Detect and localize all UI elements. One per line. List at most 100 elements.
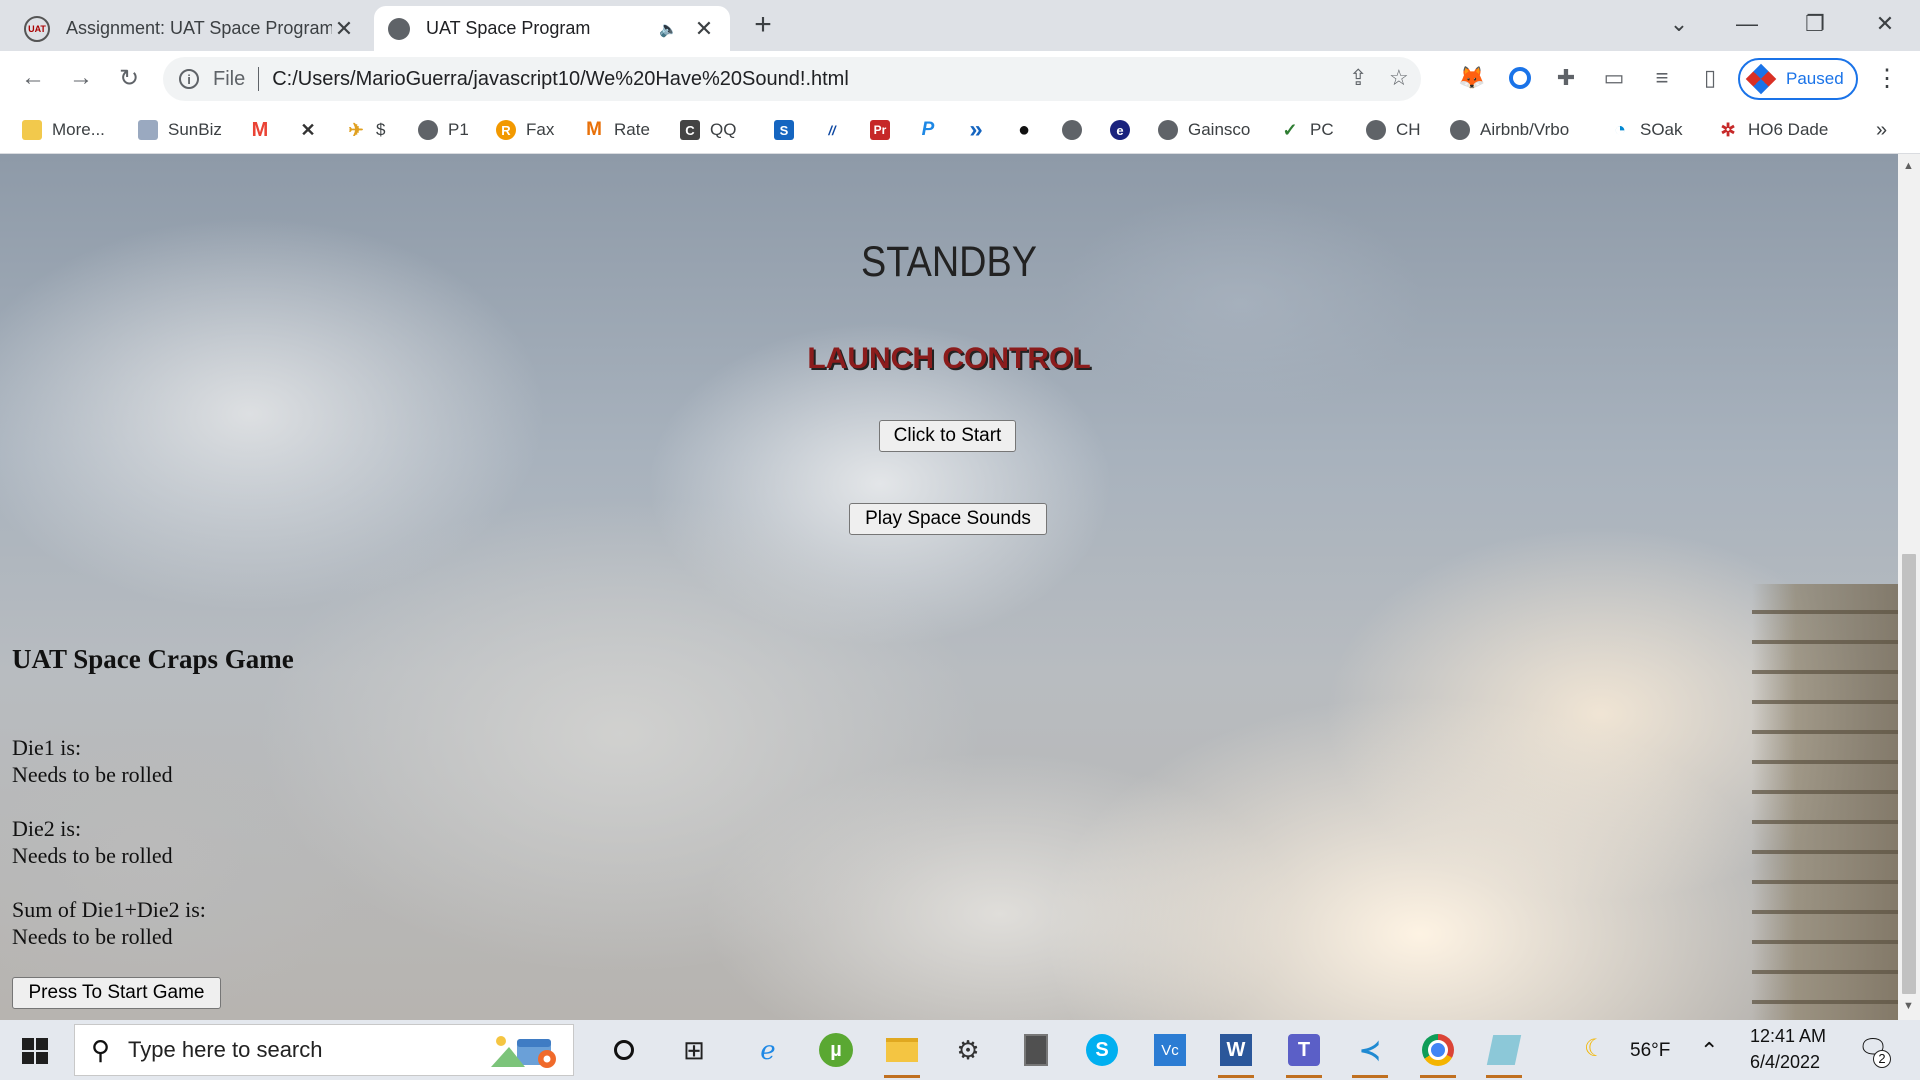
chrome-icon[interactable] xyxy=(1416,1028,1460,1078)
share-icon[interactable]: ⇪ xyxy=(1349,65,1367,91)
bookmark-label: $ xyxy=(376,120,386,139)
weather-moon-icon[interactable]: ☾ xyxy=(1584,1034,1606,1063)
bookmark-more[interactable]: More... xyxy=(22,117,105,143)
sum-value: Needs to be rolled xyxy=(12,924,173,949)
pen-app-icon[interactable] xyxy=(1482,1028,1526,1078)
tab-uat-space-program[interactable]: UAT Space Program 🔈 ✕ xyxy=(374,6,730,51)
metamask-icon[interactable]: 🦊 xyxy=(1456,61,1488,95)
taskbar-search-input[interactable]: ⚲ Type here to search xyxy=(74,1024,574,1076)
die1-label: Die1 is: xyxy=(12,735,82,760)
bookmark-p1[interactable]: P1 xyxy=(418,117,469,143)
bookmark-label: HO6 Dade xyxy=(1748,120,1829,139)
restore-button[interactable]: ❐ xyxy=(1790,4,1840,44)
side-panel-icon[interactable]: ▯ xyxy=(1694,61,1726,95)
bookmark-ch[interactable]: CH xyxy=(1366,117,1421,143)
address-bar[interactable]: i File C:/Users/MarioGuerra/javascript10… xyxy=(163,57,1421,101)
visio-icon[interactable]: Vc xyxy=(1148,1028,1192,1072)
close-tab-icon[interactable]: ✕ xyxy=(332,16,356,42)
bookmark-label: Gainsco xyxy=(1188,120,1251,139)
game-title: UAT Space Craps Game xyxy=(12,644,294,674)
bookmark-chevron[interactable]: » xyxy=(966,116,996,143)
settings-gear-icon[interactable]: ⚙ xyxy=(946,1028,990,1072)
bookmark-airbnb[interactable]: Airbnb/Vrbo xyxy=(1450,117,1569,143)
page-heading: STANDBY xyxy=(861,238,1037,286)
reading-list-icon[interactable]: ≡ xyxy=(1646,61,1678,95)
die2-label: Die2 is: xyxy=(12,816,82,841)
chevron-up-icon[interactable]: ⌃ xyxy=(1700,1038,1718,1064)
bookmark-s[interactable]: S xyxy=(774,117,804,143)
bookmark-x[interactable]: ✕ xyxy=(298,117,328,143)
page-content: STANDBY LAUNCH CONTROL Click to Start Pl… xyxy=(0,154,1898,1020)
bookmarks-overflow-button[interactable]: » xyxy=(1876,117,1887,143)
bookmark-fax[interactable]: R Fax xyxy=(496,117,554,143)
play-space-sounds-button[interactable]: Play Space Sounds xyxy=(849,503,1047,535)
bookmark-rate[interactable]: M Rate xyxy=(584,117,650,143)
search-highlight-icon xyxy=(491,1036,556,1068)
teams-icon[interactable]: T xyxy=(1282,1028,1326,1078)
bookmark-ball[interactable]: ● xyxy=(1014,117,1044,143)
bookmark-pr[interactable]: Pr xyxy=(870,117,900,143)
calculator-icon[interactable] xyxy=(1014,1028,1058,1072)
clock-time[interactable]: 12:41 AM xyxy=(1750,1026,1826,1047)
close-window-button[interactable]: ✕ xyxy=(1860,4,1910,44)
internet-explorer-icon[interactable]: ℯ xyxy=(746,1028,790,1072)
globe-icon xyxy=(1062,120,1082,140)
info-icon[interactable]: i xyxy=(179,69,199,89)
profile-button[interactable]: Paused xyxy=(1738,58,1858,100)
bookmark-label: Rate xyxy=(614,120,650,139)
new-tab-button[interactable]: + xyxy=(748,8,778,42)
chrome-menu-button[interactable]: ⋮ xyxy=(1870,61,1904,95)
bookmark-star-icon[interactable]: ☆ xyxy=(1389,65,1409,91)
cast-icon[interactable]: ▭ xyxy=(1598,61,1630,95)
close-tab-icon[interactable]: ✕ xyxy=(692,16,716,42)
extension-circle-icon[interactable] xyxy=(1504,61,1536,95)
task-view-icon[interactable]: ⊞ xyxy=(672,1028,716,1072)
bookmark-pc[interactable]: ✓ PC xyxy=(1280,117,1333,143)
bookmark-globe[interactable] xyxy=(1062,117,1092,143)
utorrent-icon[interactable]: µ xyxy=(814,1028,858,1072)
bookmark-label: SOak xyxy=(1640,120,1683,139)
notification-count-badge: 2 xyxy=(1873,1050,1891,1068)
speaker-icon[interactable]: 🔈 xyxy=(659,20,678,38)
tab-search-button[interactable]: ⌄ xyxy=(1654,4,1704,44)
extensions-puzzle-icon[interactable]: ✚ xyxy=(1550,61,1582,95)
forward-button[interactable]: → xyxy=(64,61,98,95)
uat-favicon-icon: UAT xyxy=(24,15,50,42)
bookmark-slash[interactable]: // xyxy=(822,117,852,143)
e-icon: e xyxy=(1110,120,1130,140)
bookmark-gmail[interactable]: M xyxy=(250,117,280,143)
bookmark-qq[interactable]: C QQ xyxy=(680,117,736,143)
windows-start-icon[interactable] xyxy=(22,1038,48,1064)
bookmark-money[interactable]: ✈ $ xyxy=(346,117,385,143)
bookmark-label: SunBiz xyxy=(168,120,222,139)
bookmark-label: QQ xyxy=(710,120,737,139)
file-explorer-icon[interactable] xyxy=(880,1028,924,1078)
pc-icon: ✓ xyxy=(1282,119,1298,140)
bookmark-soak[interactable]: ◔ SOak xyxy=(1610,117,1683,143)
back-button[interactable]: ← xyxy=(16,61,50,95)
soak-icon: ◔ xyxy=(1613,118,1627,141)
page-scrollbar[interactable]: ▲ ▼ xyxy=(1898,154,1920,1020)
reload-button[interactable]: ↻ xyxy=(112,61,146,95)
slash-icon: // xyxy=(828,122,836,138)
bookmark-ho6-dade[interactable]: ✲ HO6 Dade xyxy=(1718,117,1828,143)
scroll-up-arrow-icon[interactable]: ▲ xyxy=(1903,160,1914,172)
vscode-icon[interactable]: ≺ xyxy=(1348,1028,1392,1078)
cortana-icon[interactable] xyxy=(602,1028,646,1072)
skype-icon[interactable]: S xyxy=(1080,1028,1124,1072)
clock-date[interactable]: 6/4/2022 xyxy=(1750,1052,1820,1073)
bookmark-gainsco[interactable]: Gainsco xyxy=(1158,117,1250,143)
weather-temperature[interactable]: 56°F xyxy=(1630,1040,1670,1062)
url-text[interactable]: C:/Users/MarioGuerra/javascript10/We%20H… xyxy=(272,68,849,91)
press-to-start-game-button[interactable]: Press To Start Game xyxy=(12,977,221,1009)
scroll-down-arrow-icon[interactable]: ▼ xyxy=(1903,1000,1914,1012)
bookmark-sunbiz[interactable]: SunBiz xyxy=(138,117,222,143)
minimize-button[interactable]: — xyxy=(1722,4,1772,44)
click-to-start-button[interactable]: Click to Start xyxy=(879,420,1016,452)
tab-assignment[interactable]: UAT Assignment: UAT Space Program ✕ xyxy=(10,6,370,51)
windows-taskbar: ⚲ Type here to search ⊞ ℯ µ ⚙ S Vc W T ≺… xyxy=(0,1020,1920,1080)
scrollbar-thumb[interactable] xyxy=(1902,554,1916,994)
bookmark-p[interactable]: P xyxy=(918,117,948,143)
bookmark-e[interactable]: e xyxy=(1110,117,1140,143)
word-icon[interactable]: W xyxy=(1214,1028,1258,1078)
